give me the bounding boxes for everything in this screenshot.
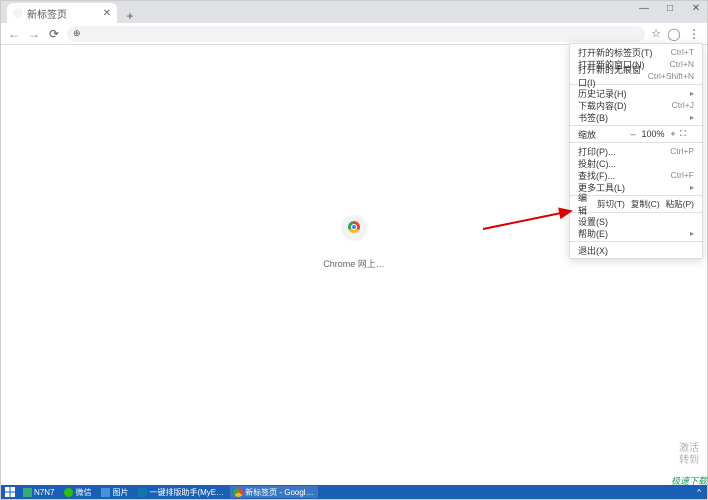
browser-toolbar: ← → ⟳ ⊕ ☆ ◯ ⋮ xyxy=(1,23,707,45)
address-bar[interactable]: ⊕ xyxy=(67,26,645,42)
webstore-label[interactable]: Chrome 网上… xyxy=(323,257,385,270)
tab-strip: 新标签页 ✕ + — □ ✕ xyxy=(1,1,707,23)
menu-exit[interactable]: 退出(X) xyxy=(570,244,702,256)
chrome-logo-icon xyxy=(348,221,360,233)
menu-cut[interactable]: 剪切(T) xyxy=(597,198,625,210)
start-button[interactable] xyxy=(3,486,17,498)
forward-button[interactable]: → xyxy=(27,27,41,41)
menu-button[interactable]: ⋮ xyxy=(687,27,701,41)
bookmark-star-icon[interactable]: ☆ xyxy=(651,27,661,40)
submenu-arrow-icon: ▸ xyxy=(690,183,694,192)
window-maximize-button[interactable]: □ xyxy=(663,3,677,14)
app-icon xyxy=(23,488,32,497)
tab-close-icon[interactable]: ✕ xyxy=(103,8,111,19)
windows-activation-watermark: 激活 转到 xyxy=(679,443,699,467)
zoom-out-button[interactable]: – xyxy=(626,129,640,139)
tab-favicon xyxy=(13,8,23,18)
taskbar-item[interactable]: 图片 xyxy=(97,486,132,498)
browser-tab[interactable]: 新标签页 ✕ xyxy=(7,3,117,23)
back-button[interactable]: ← xyxy=(7,27,21,41)
profile-icon[interactable]: ◯ xyxy=(667,27,681,41)
chrome-icon xyxy=(234,488,243,497)
menu-edit-row: 编辑 剪切(T) 复制(C) 粘贴(P) xyxy=(570,198,702,210)
submenu-arrow-icon: ▸ xyxy=(690,89,694,98)
menu-find[interactable]: 查找(F)...Ctrl+F xyxy=(570,169,702,181)
windows-taskbar: N7N7 微信 图片 一键排版助手(MyE… 新标签页 - Googl… ^ xyxy=(1,485,707,499)
pictures-icon xyxy=(101,488,110,497)
tray-up-icon[interactable]: ^ xyxy=(697,488,701,497)
menu-incognito[interactable]: 打开新的无痕窗口(I)Ctrl+Shift+N xyxy=(570,70,702,82)
menu-print[interactable]: 打印(P)...Ctrl+P xyxy=(570,145,702,157)
menu-cast[interactable]: 投射(C)... xyxy=(570,157,702,169)
search-icon: ⊕ xyxy=(73,28,81,39)
menu-new-tab[interactable]: 打开新的标签页(T)Ctrl+T xyxy=(570,46,702,58)
window-close-button[interactable]: ✕ xyxy=(689,3,703,14)
menu-paste[interactable]: 粘贴(P) xyxy=(666,198,694,210)
menu-downloads[interactable]: 下载内容(D)Ctrl+J xyxy=(570,99,702,111)
taskbar-item-chrome[interactable]: 新标签页 - Googl… xyxy=(230,486,317,498)
menu-separator xyxy=(570,241,702,242)
zoom-value: 100% xyxy=(640,129,666,139)
zoom-in-button[interactable]: + xyxy=(666,129,680,139)
submenu-arrow-icon: ▸ xyxy=(690,113,694,122)
menu-help[interactable]: 帮助(E)▸ xyxy=(570,227,702,239)
menu-copy[interactable]: 复制(C) xyxy=(631,198,660,210)
taskbar-item[interactable]: 一键排版助手(MyE… xyxy=(134,486,228,498)
window-minimize-button[interactable]: — xyxy=(637,3,651,14)
system-tray[interactable]: ^ xyxy=(697,488,705,497)
wechat-icon xyxy=(64,488,73,497)
taskbar-item[interactable]: N7N7 xyxy=(19,486,58,498)
menu-separator xyxy=(570,125,702,126)
menu-bookmarks[interactable]: 书签(B)▸ xyxy=(570,111,702,123)
taskbar-item[interactable]: 微信 xyxy=(60,486,95,498)
menu-settings[interactable]: 设置(S) xyxy=(570,215,702,227)
new-tab-button[interactable]: + xyxy=(121,9,139,23)
tab-title: 新标签页 xyxy=(27,6,67,21)
app-icon xyxy=(138,488,147,497)
chrome-menu: 打开新的标签页(T)Ctrl+T 打开新的窗口(N)Ctrl+N 打开新的无痕窗… xyxy=(569,43,703,259)
submenu-arrow-icon: ▸ xyxy=(690,229,694,238)
menu-separator xyxy=(570,142,702,143)
reload-button[interactable]: ⟳ xyxy=(47,27,61,41)
fullscreen-button[interactable]: ⛶ xyxy=(680,129,694,139)
chrome-logo-circle xyxy=(342,215,366,239)
menu-zoom: 缩放 – 100% + ⛶ xyxy=(570,128,702,140)
